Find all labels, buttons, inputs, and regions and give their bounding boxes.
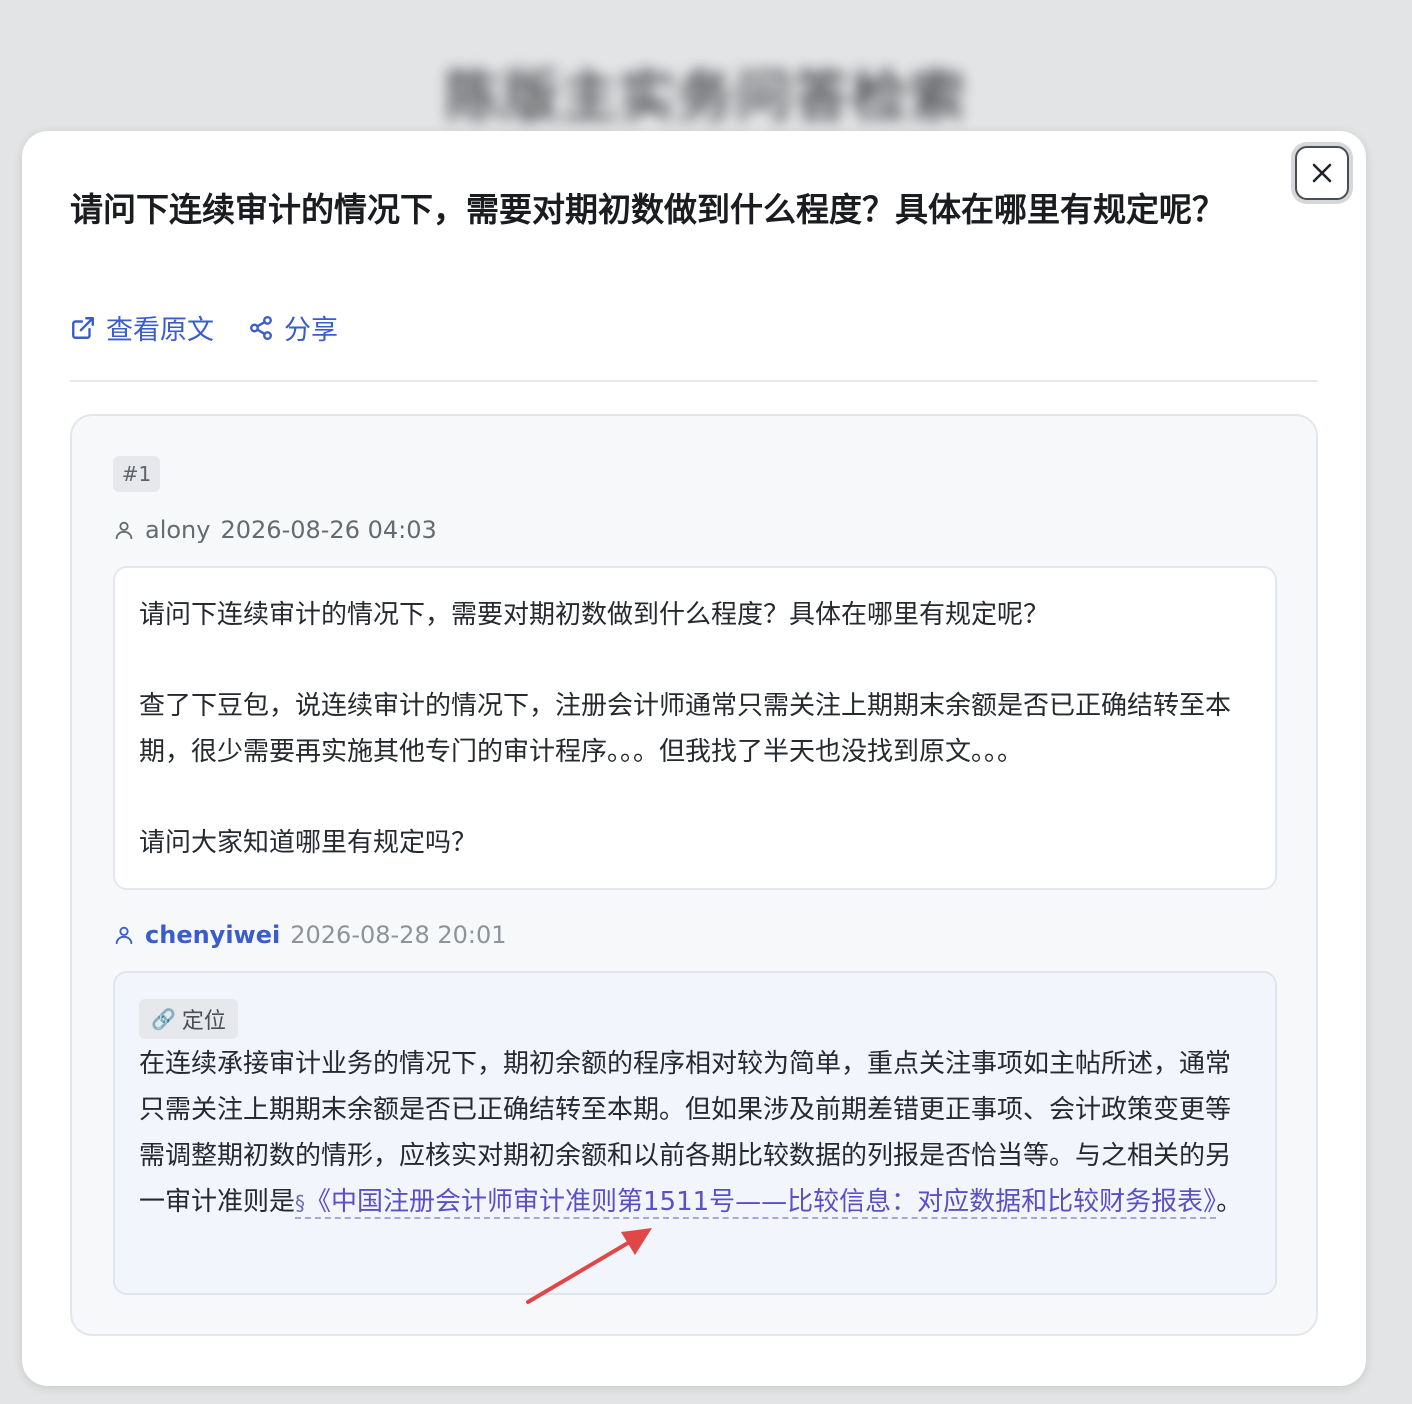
view-original-link[interactable]: 查看原文 — [70, 308, 214, 347]
post-paragraph: 查了下豆包，说连续审计的情况下，注册会计师通常只需关注上期期末余额是否已正确结转… — [139, 691, 1232, 767]
floor-badge: #1 — [113, 456, 160, 492]
post-paragraph: 请问大家知道哪里有规定吗？ — [139, 828, 478, 858]
post-author: alony — [145, 516, 211, 544]
link-chain-icon: 🔗 — [151, 1007, 176, 1031]
locate-label: 定位 — [181, 1009, 226, 1034]
share-link[interactable]: 分享 — [248, 308, 338, 347]
reply-author[interactable]: chenyiwei — [145, 921, 280, 949]
post-card: #1 alony 2026-08-26 04:03 请问下连续审计的情况下，需要… — [70, 414, 1318, 1336]
post-title: 请问下连续审计的情况下，需要对期初数做到什么程度？具体在哪里有规定呢？ — [70, 190, 1225, 229]
action-bar: 查看原文 分享 — [70, 308, 372, 347]
reply-text: 在连续承接审计业务的情况下，期初余额的程序相对较为简单，重点关注事项如主帖所述，… — [139, 1041, 1251, 1226]
reply-text-end: 。 — [1216, 1187, 1243, 1217]
share-label: 分享 — [284, 315, 338, 346]
user-icon — [115, 521, 133, 540]
standard-reference-link[interactable]: §《中国注册会计师审计准则第1511号——比较信息：对应数据和比较财务报表》 — [295, 1187, 1217, 1219]
reply-meta: chenyiwei 2026-08-28 20:01 — [113, 921, 507, 949]
background-page-title: 陈版主实务问答检索 — [445, 65, 967, 130]
section-symbol: § — [295, 1191, 306, 1215]
standard-reference-text: 《中国注册会计师审计准则第1511号——比较信息：对应数据和比较财务报表》 — [305, 1187, 1217, 1217]
post-paragraph: 请问下连续审计的情况下，需要对期初数做到什么程度？具体在哪里有规定呢？ — [139, 600, 1050, 630]
annotation-arrow-icon — [526, 1228, 652, 1304]
locate-button[interactable]: 🔗 定位 — [139, 999, 238, 1039]
post-time: 2026-08-26 04:03 — [220, 516, 437, 544]
post-body: 请问下连续审计的情况下，需要对期初数做到什么程度？具体在哪里有规定呢？ 查了下豆… — [113, 566, 1277, 890]
share-icon — [250, 315, 272, 340]
reply-time: 2026-08-28 20:01 — [290, 921, 507, 949]
reply-body: 🔗 定位 在连续承接审计业务的情况下，期初余额的程序相对较为简单，重点关注事项如… — [113, 971, 1277, 1295]
post-meta: alony 2026-08-26 04:03 — [113, 516, 437, 544]
user-icon — [115, 926, 133, 945]
post-detail-modal: 请问下连续审计的情况下，需要对期初数做到什么程度？具体在哪里有规定呢？ 查看原文… — [22, 131, 1366, 1386]
header-divider — [70, 380, 1318, 382]
external-link-icon — [72, 316, 94, 339]
view-original-label: 查看原文 — [106, 315, 214, 346]
close-button[interactable] — [1295, 146, 1349, 200]
close-icon — [1312, 163, 1332, 183]
